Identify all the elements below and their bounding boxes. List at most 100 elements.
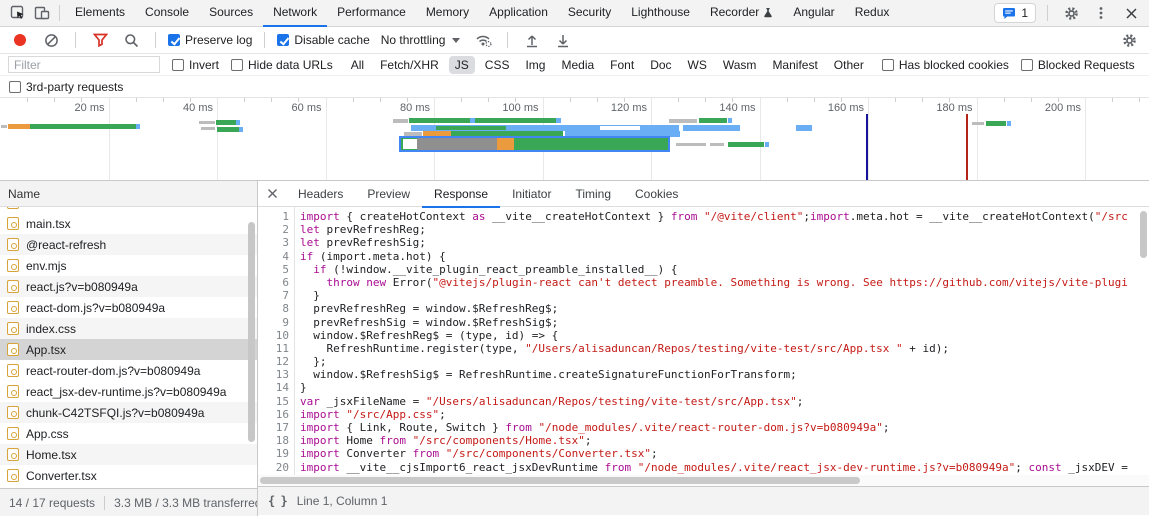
disable-cache-label: Disable cache <box>294 33 369 47</box>
close-detail-icon[interactable] <box>258 181 286 206</box>
tab-recorder[interactable]: Recorder <box>700 0 783 27</box>
filter-type-all[interactable]: All <box>345 56 370 74</box>
tab-sources[interactable]: Sources <box>199 0 263 27</box>
tab-application[interactable]: Application <box>479 0 558 27</box>
table-row[interactable]: App.css <box>0 423 257 444</box>
third-party-checkbox[interactable] <box>9 81 21 93</box>
hide-data-urls-label: Hide data URLs <box>248 58 333 72</box>
tab-lighthouse[interactable]: Lighthouse <box>621 0 700 27</box>
tab-elements[interactable]: Elements <box>65 0 135 27</box>
filter-type-other[interactable]: Other <box>828 56 870 74</box>
code-line: import { Link, Route, Switch } from "/no… <box>300 421 1149 434</box>
hide-data-urls-checkbox[interactable] <box>231 59 243 71</box>
tab-performance[interactable]: Performance <box>327 0 416 27</box>
line-number: 8 <box>258 302 289 315</box>
line-number: 17 <box>258 421 289 434</box>
waterfall-bar <box>216 120 236 125</box>
detail-tab-preview[interactable]: Preview <box>355 181 422 208</box>
table-row[interactable]: App.tsx <box>0 339 257 360</box>
filter-type-manifest[interactable]: Manifest <box>766 56 823 74</box>
blocked-requests-checkbox[interactable] <box>1021 59 1033 71</box>
request-name: Converter.tsx <box>26 469 97 483</box>
preserve-log-checkbox[interactable] <box>168 34 180 46</box>
inspect-element-icon[interactable] <box>6 2 30 24</box>
filter-type-font[interactable]: Font <box>604 56 640 74</box>
export-har-icon[interactable] <box>551 29 575 51</box>
detail-tab-headers[interactable]: Headers <box>286 181 355 208</box>
settings-gear-icon[interactable] <box>1059 2 1083 24</box>
detail-tab-initiator[interactable]: Initiator <box>500 181 563 208</box>
tab-network[interactable]: Network <box>263 0 327 27</box>
code-line: } <box>300 381 1149 394</box>
table-row[interactable]: Converter.tsx <box>0 465 257 486</box>
name-column-header[interactable]: Name <box>0 181 257 207</box>
filter-input[interactable] <box>8 56 160 73</box>
import-har-icon[interactable] <box>520 29 544 51</box>
table-row[interactable]: main.tsx <box>0 213 257 234</box>
divider <box>59 5 60 21</box>
more-options-icon[interactable] <box>1089 2 1113 24</box>
filter-type-ws[interactable]: WS <box>682 56 713 74</box>
table-row[interactable]: react-router-dom.js?v=b080949a <box>0 360 257 381</box>
request-name: App.css <box>26 427 69 441</box>
network-filter-bar: Invert Hide data URLs AllFetch/XHRJSCSSI… <box>0 54 1149 76</box>
detail-tab-timing[interactable]: Timing <box>563 181 623 208</box>
table-row[interactable]: react_jsx-dev-runtime.js?v=b080949a <box>0 381 257 402</box>
ruler-gridline <box>217 98 218 180</box>
table-row[interactable]: react.js?v=b080949a <box>0 276 257 297</box>
code-line: RefreshRuntime.register(type, "/Users/al… <box>300 342 1149 355</box>
ruler-tick-label: 140 ms <box>694 102 756 114</box>
request-name: react_jsx-dev-runtime.js?v=b080949a <box>26 385 226 399</box>
pretty-print-icon[interactable]: { } <box>268 494 287 508</box>
tab-angular[interactable]: Angular <box>783 0 844 27</box>
close-devtools-icon[interactable] <box>1119 2 1143 24</box>
detail-tab-cookies[interactable]: Cookies <box>623 181 690 208</box>
vertical-scrollbar[interactable] <box>1140 211 1147 258</box>
table-row[interactable]: index.css <box>0 318 257 339</box>
search-icon[interactable] <box>119 29 143 51</box>
detail-tab-response[interactable]: Response <box>422 181 500 208</box>
clear-network-log-icon[interactable] <box>39 29 63 51</box>
filter-type-wasm[interactable]: Wasm <box>717 56 763 74</box>
network-settings-gear-icon[interactable] <box>1117 29 1141 51</box>
ruler-tick-label: 160 ms <box>802 102 864 114</box>
network-overview-timeline[interactable]: 20 ms40 ms60 ms80 ms100 ms120 ms140 ms16… <box>0 98 1149 181</box>
cursor-position: Line 1, Column 1 <box>297 494 388 508</box>
code-line: throw new Error("@vitejs/plugin-react ca… <box>300 276 1149 289</box>
filter-type-js[interactable]: JS <box>449 56 475 74</box>
throttling-select[interactable]: No throttling <box>377 33 465 47</box>
disable-cache-checkbox[interactable] <box>277 34 289 46</box>
tab-redux[interactable]: Redux <box>845 0 900 27</box>
waterfall-bar <box>8 124 30 129</box>
device-toolbar-icon[interactable] <box>30 2 54 24</box>
horizontal-scrollbar[interactable] <box>260 477 860 484</box>
has-blocked-cookies-label: Has blocked cookies <box>899 58 1009 72</box>
table-row[interactable]: @react-refresh <box>0 234 257 255</box>
invert-checkbox[interactable] <box>172 59 184 71</box>
waterfall-bar <box>393 119 408 123</box>
tab-security[interactable]: Security <box>558 0 621 27</box>
table-row[interactable]: env.mjs <box>0 255 257 276</box>
filter-type-media[interactable]: Media <box>555 56 600 74</box>
filter-type-doc[interactable]: Doc <box>644 56 677 74</box>
script-file-icon <box>7 301 19 314</box>
filter-type-fetch-xhr[interactable]: Fetch/XHR <box>374 56 445 74</box>
has-blocked-cookies-checkbox[interactable] <box>882 59 894 71</box>
filter-type-img[interactable]: Img <box>519 56 551 74</box>
filter-funnel-icon[interactable] <box>88 29 112 51</box>
record-network-log-button[interactable] <box>8 29 32 51</box>
table-row[interactable]: client <box>0 207 257 213</box>
requests-list-scrollbar[interactable] <box>248 222 255 442</box>
filter-type-css[interactable]: CSS <box>479 56 516 74</box>
tabbar-right-controls: 1 <box>994 2 1143 24</box>
table-row[interactable]: chunk-C42TSFQI.js?v=b080949a <box>0 402 257 423</box>
response-code-viewer[interactable]: 1234567891011121314151617181920 import {… <box>258 207 1149 475</box>
code-content[interactable]: import { createHotContext as __vite__cre… <box>295 207 1149 475</box>
table-row[interactable]: react-dom.js?v=b080949a <box>0 297 257 318</box>
tab-memory[interactable]: Memory <box>416 0 479 27</box>
table-row[interactable]: Home.tsx <box>0 444 257 465</box>
request-name: main.tsx <box>26 217 71 231</box>
network-conditions-icon[interactable] <box>471 29 495 51</box>
tab-console[interactable]: Console <box>135 0 199 27</box>
issues-badge[interactable]: 1 <box>994 3 1036 23</box>
